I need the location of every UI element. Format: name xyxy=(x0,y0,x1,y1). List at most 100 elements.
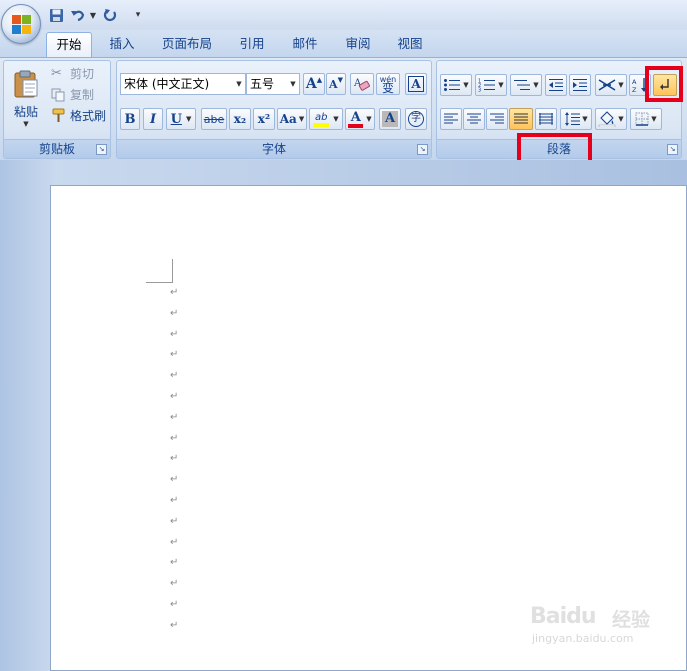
highlight-box-show-marks xyxy=(645,66,683,102)
ribbon: 粘贴 ▼ ✂ 剪切 复制 格式刷 剪贴板 ↘ 宋体 (中文正文) ▼ 五号 ▼ … xyxy=(0,57,687,164)
borders-button[interactable]: ▼ xyxy=(630,108,662,130)
clipboard-group-label: 剪贴板 xyxy=(4,139,110,158)
clear-formatting-button[interactable]: A xyxy=(350,73,374,95)
superscript-button[interactable]: x² xyxy=(253,108,275,130)
title-bar: ▼ ▾ xyxy=(0,0,687,30)
highlight-dropdown-icon[interactable]: ▼ xyxy=(333,115,338,123)
strikethrough-button[interactable]: abe xyxy=(201,108,227,130)
italic-button[interactable]: I xyxy=(143,108,163,130)
shrink-font-button[interactable]: A ▼ xyxy=(326,73,346,95)
tab-view[interactable]: 视图 xyxy=(388,32,432,57)
chinese-layout-dropdown-icon[interactable]: ▼ xyxy=(618,81,623,89)
shading-button[interactable]: ▼ xyxy=(595,108,627,130)
clipboard-dialog-launcher[interactable]: ↘ xyxy=(96,144,107,155)
justify-icon xyxy=(514,113,528,124)
font-size-combo[interactable]: 五号 ▼ xyxy=(246,73,300,95)
bold-label: B xyxy=(124,111,136,127)
paragraph-dialog-launcher[interactable]: ↘ xyxy=(667,144,678,155)
line-spacing-dropdown-icon[interactable]: ▼ xyxy=(582,115,587,123)
char-border-button[interactable]: A xyxy=(405,73,427,95)
paragraph-mark: ↵ xyxy=(170,411,179,423)
eraser-icon: A xyxy=(353,78,370,91)
change-case-dropdown-icon[interactable]: ▼ xyxy=(299,115,304,123)
watermark-brand: Baidu xyxy=(530,604,597,629)
customize-qat-icon[interactable]: ▾ xyxy=(133,6,143,24)
paragraph-mark: ↵ xyxy=(170,328,179,340)
office-button[interactable] xyxy=(1,4,41,44)
borders-icon xyxy=(635,112,649,126)
italic-label: I xyxy=(149,111,157,127)
shrink-font-label: A xyxy=(329,77,338,91)
line-spacing-button[interactable]: ▼ xyxy=(560,108,592,130)
chinese-layout-button[interactable]: ▼ xyxy=(595,74,627,96)
font-dialog-launcher[interactable]: ↘ xyxy=(417,144,428,155)
paragraph-mark: ↵ xyxy=(170,307,179,319)
tab-references[interactable]: 引用 xyxy=(230,32,274,57)
align-left-button[interactable] xyxy=(440,108,462,130)
copy-icon xyxy=(51,88,65,101)
enclose-char-button[interactable]: 字 xyxy=(405,108,427,130)
margin-corner-mark xyxy=(146,259,173,283)
ribbon-tabs: 开始 插入 页面布局 引用 邮件 审阅 视图 xyxy=(0,30,687,57)
highlight-color-bar xyxy=(313,122,330,127)
subscript-button[interactable]: x₂ xyxy=(229,108,251,130)
multilevel-list-button[interactable]: ▼ xyxy=(510,74,542,96)
watermark-url: jingyan.baidu.com xyxy=(532,632,634,645)
tab-home[interactable]: 开始 xyxy=(46,32,92,57)
align-right-icon xyxy=(490,113,504,124)
cut-button[interactable]: ✂ 剪切 xyxy=(50,64,108,83)
increase-indent-button[interactable] xyxy=(569,74,591,96)
tab-mailings[interactable]: 邮件 xyxy=(283,32,327,57)
align-center-button[interactable] xyxy=(463,108,485,130)
undo-icon[interactable] xyxy=(69,6,87,24)
char-shading-button[interactable]: A xyxy=(379,108,401,130)
font-color-dropdown-icon[interactable]: ▼ xyxy=(366,115,371,123)
align-right-button[interactable] xyxy=(486,108,508,130)
distributed-icon xyxy=(539,113,553,125)
distributed-button[interactable] xyxy=(535,108,557,130)
font-color-icon: A xyxy=(348,111,364,128)
numbering-button[interactable]: 123 ▼ xyxy=(475,74,507,96)
enclose-char-label: 字 xyxy=(408,111,424,127)
save-icon[interactable] xyxy=(47,6,65,24)
decrease-indent-button[interactable] xyxy=(545,74,567,96)
grow-font-button[interactable]: A ▲ xyxy=(303,73,325,95)
numbering-icon: 123 xyxy=(478,79,496,92)
font-group-label: 字体 xyxy=(117,139,431,158)
tab-insert[interactable]: 插入 xyxy=(100,32,144,57)
shrink-arrow-icon: ▼ xyxy=(337,76,343,84)
tab-review[interactable]: 审阅 xyxy=(336,32,380,57)
tab-page-layout[interactable]: 页面布局 xyxy=(152,32,222,57)
font-color-button[interactable]: A ▼ xyxy=(345,108,375,130)
borders-dropdown-icon[interactable]: ▼ xyxy=(651,115,656,123)
highlight-label: ab xyxy=(315,111,328,123)
font-size-dropdown-icon[interactable]: ▼ xyxy=(287,74,299,94)
phonetic-guide-button[interactable]: wén 变 xyxy=(376,73,400,95)
paste-button[interactable]: 粘贴 ▼ xyxy=(6,63,46,133)
font-name-dropdown-icon[interactable]: ▼ xyxy=(233,74,245,94)
copy-button[interactable]: 复制 xyxy=(50,85,108,104)
bullets-button[interactable]: ▼ xyxy=(440,74,472,96)
increase-indent-icon xyxy=(573,79,587,91)
underline-dropdown-icon[interactable]: ▼ xyxy=(186,115,191,123)
format-painter-icon xyxy=(52,108,65,122)
line-spacing-icon xyxy=(565,112,581,126)
paragraph-mark: ↵ xyxy=(170,536,179,548)
repeat-icon[interactable] xyxy=(101,6,119,24)
justify-button[interactable] xyxy=(509,108,533,130)
bold-button[interactable]: B xyxy=(120,108,140,130)
format-painter-button[interactable]: 格式刷 xyxy=(50,106,108,125)
paragraph-mark: ↵ xyxy=(170,370,179,382)
bullets-dropdown-icon[interactable]: ▼ xyxy=(463,81,468,89)
numbering-dropdown-icon[interactable]: ▼ xyxy=(498,81,503,89)
grow-arrow-icon: ▲ xyxy=(316,76,323,84)
undo-dropdown-icon[interactable]: ▼ xyxy=(88,6,98,24)
paragraph-mark: ↵ xyxy=(170,599,179,610)
font-name-combo[interactable]: 宋体 (中文正文) ▼ xyxy=(120,73,246,95)
underline-button[interactable]: U ▼ xyxy=(166,108,196,130)
multilevel-list-dropdown-icon[interactable]: ▼ xyxy=(533,81,538,89)
change-case-button[interactable]: Aa ▼ xyxy=(277,108,307,130)
paragraph-mark: ↵ xyxy=(170,287,179,298)
highlight-button[interactable]: ab ▼ xyxy=(309,108,343,130)
shading-dropdown-icon[interactable]: ▼ xyxy=(618,115,623,123)
